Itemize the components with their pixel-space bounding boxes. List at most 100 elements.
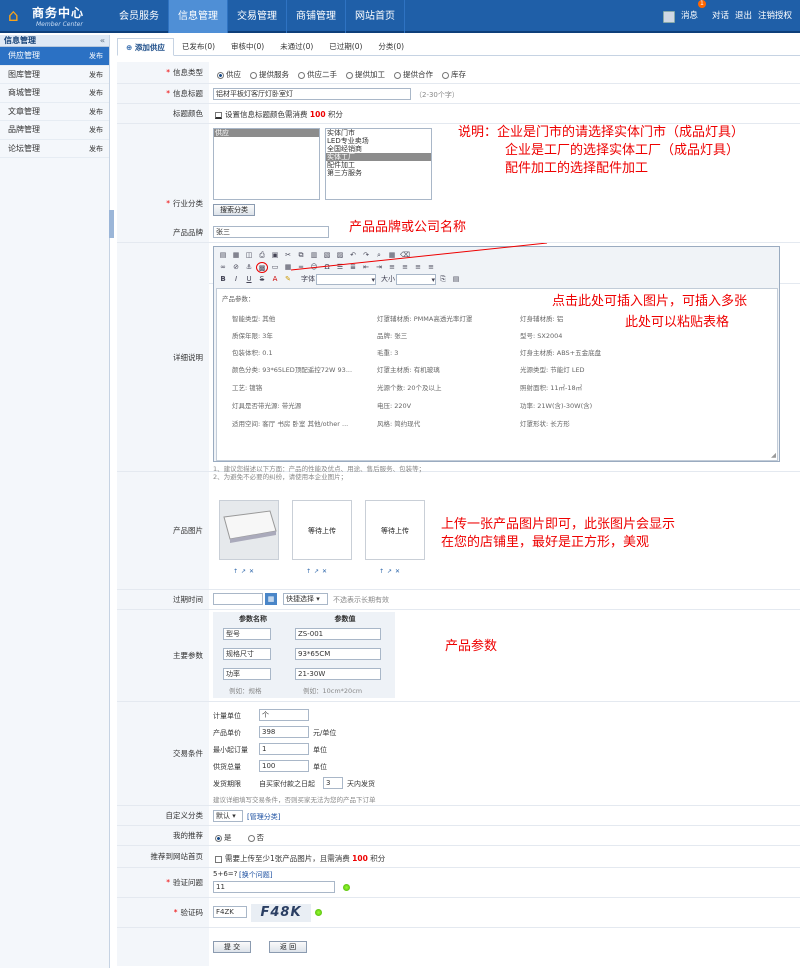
param-value-input[interactable]: 21-30W bbox=[295, 668, 381, 680]
manage-category-link[interactable]: [管理分类] bbox=[247, 812, 280, 822]
source-icon[interactable]: ▣ bbox=[269, 250, 281, 261]
image-slot-2[interactable]: 等待上传 bbox=[292, 500, 352, 560]
underline-icon[interactable]: U bbox=[243, 274, 255, 285]
tab-reviewing[interactable]: 审核中(0) bbox=[223, 38, 272, 56]
copy-icon[interactable]: ⧉ bbox=[295, 250, 307, 261]
find-icon[interactable]: ⌕ bbox=[373, 250, 385, 261]
change-question-link[interactable]: [换个问题] bbox=[239, 870, 272, 880]
listbox-option[interactable]: 全国经销商 bbox=[326, 145, 431, 153]
image-3-controls[interactable]: ↑↗✕ bbox=[379, 568, 403, 575]
radio-stock[interactable]: 库存 bbox=[442, 69, 466, 80]
select-all-icon[interactable]: ▦ bbox=[386, 250, 398, 261]
sidebar-publish-link[interactable]: 发布 bbox=[89, 140, 103, 159]
radio-supply[interactable]: 供应 bbox=[217, 69, 241, 80]
talk-link[interactable]: 对话 bbox=[712, 0, 729, 33]
nav-trade-manage[interactable]: 交易管理 bbox=[228, 0, 287, 33]
radio-processing[interactable]: 提供加工 bbox=[346, 69, 385, 80]
search-category-button[interactable]: 搜索分类 bbox=[213, 204, 255, 216]
collapse-icon[interactable]: « bbox=[100, 35, 105, 47]
italic-icon[interactable]: I bbox=[230, 274, 242, 285]
resize-handle-icon[interactable]: ◢ bbox=[771, 451, 776, 459]
sidebar-publish-link[interactable]: 发布 bbox=[89, 121, 103, 140]
param-name-input[interactable]: 型号 bbox=[223, 628, 271, 640]
industry-listbox-left[interactable]: 供应 bbox=[213, 128, 320, 200]
hr-icon[interactable]: ═ bbox=[295, 262, 307, 273]
image-slot-1[interactable] bbox=[219, 500, 279, 560]
nav-member-service[interactable]: 会员服务 bbox=[110, 0, 169, 33]
listbox-option[interactable]: LED专业卖场 bbox=[326, 137, 431, 145]
nav-info-manage[interactable]: 信息管理 bbox=[169, 0, 228, 33]
print-icon[interactable]: ⎙ bbox=[256, 250, 268, 261]
cut-icon[interactable]: ✂ bbox=[282, 250, 294, 261]
listbox-option[interactable]: 第三方服务 bbox=[326, 169, 431, 177]
sidebar-item-supply[interactable]: 供应管理 发布 bbox=[0, 47, 109, 66]
paste-word-icon[interactable]: ▨ bbox=[334, 250, 346, 261]
bg-color-icon[interactable]: ✎ bbox=[282, 274, 294, 285]
logo[interactable]: ⌂ 商务中心 Member Center bbox=[6, 4, 111, 30]
image-slot-3[interactable]: 等待上传 bbox=[365, 500, 425, 560]
tab-published[interactable]: 已发布(0) bbox=[174, 38, 223, 56]
radio-cooperation[interactable]: 提供合作 bbox=[394, 69, 433, 80]
logout-auth-link[interactable]: 注销授权 bbox=[758, 0, 792, 33]
text-color-icon[interactable]: A bbox=[269, 274, 281, 285]
align-left-icon[interactable]: ≡ bbox=[386, 262, 398, 273]
calendar-icon[interactable]: ▦ bbox=[265, 593, 277, 605]
ordered-list-icon[interactable]: ☰ bbox=[334, 262, 346, 273]
param-name-input[interactable]: 功率 bbox=[223, 668, 271, 680]
indent-icon[interactable]: ⇥ bbox=[373, 262, 385, 273]
bulleted-list-icon[interactable]: ≣ bbox=[347, 262, 359, 273]
custom-category-select[interactable]: 默认 ▾ bbox=[213, 810, 243, 822]
tab-category[interactable]: 分类(0) bbox=[370, 38, 412, 56]
emoji-icon[interactable]: ☺ bbox=[308, 262, 320, 273]
radio-recommend-yes[interactable]: 是 bbox=[215, 832, 232, 843]
home-recommend-checkbox[interactable] bbox=[215, 855, 222, 863]
captcha-input[interactable]: F4ZK bbox=[213, 906, 247, 918]
captcha-image[interactable]: F48K bbox=[251, 904, 311, 922]
color-checkbox[interactable] bbox=[215, 111, 222, 119]
brand-input[interactable]: 张三 bbox=[213, 226, 329, 238]
sidebar-item-gallery[interactable]: 图库管理 发布 bbox=[0, 66, 109, 84]
redo-icon[interactable]: ↷ bbox=[360, 250, 372, 261]
param-value-input[interactable]: 93*65CM bbox=[295, 648, 381, 660]
image-1-controls[interactable]: ↑↗✕ bbox=[233, 568, 257, 575]
sidebar-publish-link[interactable]: 发布 bbox=[89, 84, 103, 103]
total-supply-input[interactable]: 100 bbox=[259, 760, 309, 772]
sidebar-item-forum[interactable]: 论坛管理 发布 bbox=[0, 140, 109, 159]
bold-icon[interactable]: B bbox=[217, 274, 229, 285]
nav-shop-manage[interactable]: 商铺管理 bbox=[287, 0, 346, 33]
insert-image-icon[interactable]: ▩ bbox=[256, 262, 268, 273]
expire-quick-select[interactable]: 快捷选择 ▾ bbox=[283, 593, 328, 605]
submit-button[interactable]: 提 交 bbox=[213, 941, 251, 953]
listbox-option[interactable]: 实体门市 bbox=[326, 129, 431, 137]
answer-input[interactable]: 11 bbox=[213, 881, 335, 893]
listbox-option[interactable]: 供应 bbox=[214, 129, 319, 137]
sidebar-publish-link[interactable]: 发布 bbox=[89, 103, 103, 122]
title-input[interactable]: 铝材平板灯客厅灯卧室灯 bbox=[213, 88, 411, 100]
new-doc-icon[interactable]: ▤ bbox=[217, 250, 229, 261]
paste-icon[interactable]: ▥ bbox=[308, 250, 320, 261]
unlink-icon[interactable]: ⊘ bbox=[230, 262, 242, 273]
tab-rejected[interactable]: 未通过(0) bbox=[272, 38, 321, 56]
align-center-icon[interactable]: ≡ bbox=[399, 262, 411, 273]
sidebar-item-brand[interactable]: 品牌管理 发布 bbox=[0, 121, 109, 140]
clear-format-icon[interactable]: ⌫ bbox=[399, 250, 411, 261]
unit-input[interactable]: 个 bbox=[259, 709, 309, 721]
justify-icon[interactable]: ≡ bbox=[425, 262, 437, 273]
back-button[interactable]: 返 回 bbox=[269, 941, 307, 953]
tab-add-supply[interactable]: ⊕ 添加供应 bbox=[117, 38, 174, 56]
font-select[interactable]: ▾ bbox=[316, 274, 376, 285]
expire-date-input[interactable] bbox=[213, 593, 263, 605]
param-value-input[interactable]: ZS-001 bbox=[295, 628, 381, 640]
attach-icon[interactable]: ⎘ bbox=[437, 274, 449, 285]
radio-second-hand[interactable]: 供应二手 bbox=[298, 69, 337, 80]
strike-icon[interactable]: S bbox=[256, 274, 268, 285]
nav-site-home[interactable]: 网站首页 bbox=[346, 0, 405, 33]
size-select[interactable]: ▾ bbox=[396, 274, 436, 285]
sidebar-item-mall[interactable]: 商城管理 发布 bbox=[0, 84, 109, 103]
param-name-input[interactable]: 规格尺寸 bbox=[223, 648, 271, 660]
logout-link[interactable]: 退出 bbox=[735, 0, 752, 33]
sidebar-toggle-handle[interactable] bbox=[109, 210, 114, 238]
special-char-icon[interactable]: Ω bbox=[321, 262, 333, 273]
tab-expired[interactable]: 已过期(0) bbox=[321, 38, 370, 56]
radio-service[interactable]: 提供服务 bbox=[250, 69, 289, 80]
